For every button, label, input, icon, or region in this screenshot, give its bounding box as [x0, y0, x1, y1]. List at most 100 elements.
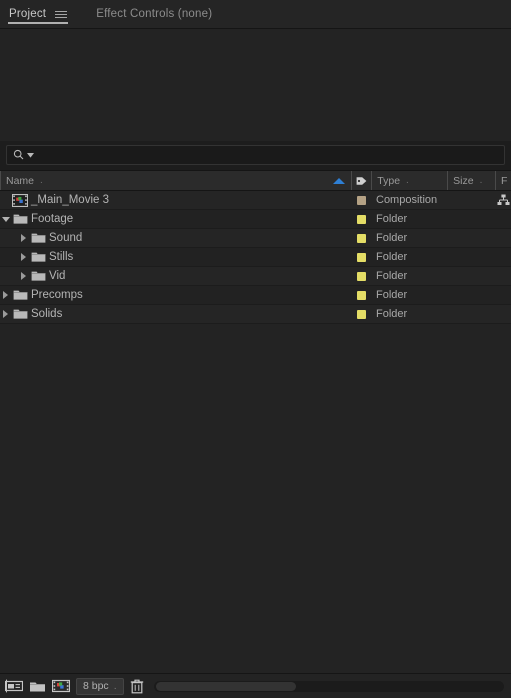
item-name-label: Vid [49, 270, 66, 282]
item-name-cell[interactable]: Stills [0, 248, 351, 267]
item-type-cell: Folder [376, 251, 408, 263]
triangle-right-icon [21, 234, 26, 242]
label-color-swatch[interactable] [356, 252, 366, 262]
column-header-size-label: Size [453, 174, 474, 187]
disclosure-triangle-collapsed[interactable] [0, 305, 11, 324]
label-color-cell[interactable] [351, 195, 371, 205]
tab-project[interactable]: Project [0, 0, 76, 28]
column-header-type[interactable]: Type . [371, 171, 447, 190]
item-type-cell: Folder [376, 308, 408, 320]
item-name-label: _Main_Movie 3 [31, 194, 109, 206]
new-composition-icon[interactable] [52, 678, 70, 695]
folder-icon [29, 251, 47, 263]
trash-icon[interactable] [130, 678, 144, 695]
column-header-type-dots: . [406, 175, 410, 186]
label-color-swatch[interactable] [356, 195, 366, 205]
bit-depth-button[interactable]: 8 bpc . [76, 677, 124, 695]
label-color-swatch[interactable] [356, 233, 366, 243]
column-header-size-dots: . [479, 175, 484, 186]
chevron-down-icon[interactable] [27, 152, 34, 158]
item-flowchart-cell[interactable] [495, 194, 511, 206]
disclosure-triangle-none [0, 191, 11, 210]
project-settings-icon[interactable] [5, 678, 23, 695]
disclosure-triangle-collapsed[interactable] [18, 248, 29, 267]
project-preview-area [0, 29, 511, 141]
triangle-right-icon [21, 253, 26, 261]
label-color-cell[interactable] [351, 233, 371, 243]
item-name-label: Footage [31, 213, 74, 225]
search-icon [13, 149, 24, 160]
flowchart-icon[interactable] [497, 194, 510, 206]
folder-icon [11, 213, 29, 225]
panel-tab-bar: Project Effect Controls (none) [0, 0, 511, 29]
label-color-swatch[interactable] [356, 271, 366, 281]
item-name-label: Solids [31, 308, 63, 320]
disclosure-triangle-expanded[interactable] [0, 210, 11, 229]
item-name-cell[interactable]: Footage [0, 210, 351, 229]
item-type-cell: Folder [376, 213, 408, 225]
triangle-right-icon [3, 310, 8, 318]
triangle-down-icon [1, 216, 10, 222]
bit-depth-dot: . [113, 680, 117, 692]
disclosure-triangle-collapsed[interactable] [0, 286, 11, 305]
composition-icon [11, 193, 29, 207]
table-row[interactable]: Solids Folder [0, 305, 511, 324]
label-color-swatch[interactable] [356, 214, 366, 224]
column-header-label[interactable] [351, 171, 371, 190]
table-row[interactable]: Vid Folder [0, 267, 511, 286]
column-header-name-label: Name [6, 174, 35, 187]
tab-project-label: Project [9, 8, 47, 20]
table-row[interactable]: Footage Folder [0, 210, 511, 229]
search-input[interactable] [38, 147, 498, 163]
item-name-cell[interactable]: Sound [0, 229, 351, 248]
label-tag-icon [356, 176, 367, 185]
table-row[interactable]: Stills Folder [0, 248, 511, 267]
label-color-swatch[interactable] [356, 290, 366, 300]
project-bottom-toolbar: 8 bpc . [0, 673, 511, 698]
label-color-cell[interactable] [351, 290, 371, 300]
item-type-cell: Folder [376, 232, 408, 244]
search-bar-container [0, 141, 511, 170]
tab-effect-controls[interactable]: Effect Controls (none) [76, 0, 221, 28]
column-header-row: Name . Type . Size . F [0, 170, 511, 191]
column-header-type-label: Type [377, 174, 401, 187]
column-header-name-dots: . [40, 175, 44, 186]
column-header-f-label: F [501, 174, 508, 187]
triangle-right-icon [21, 272, 26, 280]
label-color-cell[interactable] [351, 271, 371, 281]
folder-icon [29, 270, 47, 282]
project-item-list[interactable]: _Main_Movie 3 Composition Footage Folder Sou… [0, 191, 511, 673]
table-row[interactable]: _Main_Movie 3 Composition [0, 191, 511, 210]
folder-icon [11, 308, 29, 320]
new-folder-icon[interactable] [29, 678, 46, 695]
project-panel: Project Effect Controls (none) Name . Ty… [0, 0, 511, 698]
column-header-size[interactable]: Size . [447, 171, 495, 190]
disclosure-triangle-collapsed[interactable] [18, 267, 29, 286]
table-row[interactable]: Sound Folder [0, 229, 511, 248]
label-color-cell[interactable] [351, 214, 371, 224]
item-type-cell: Folder [376, 289, 408, 301]
disclosure-triangle-collapsed[interactable] [18, 229, 29, 248]
label-color-swatch[interactable] [356, 309, 366, 319]
column-header-f[interactable]: F [495, 171, 511, 190]
item-name-cell[interactable]: _Main_Movie 3 [0, 191, 351, 210]
column-header-name[interactable]: Name . [0, 171, 351, 190]
label-color-cell[interactable] [351, 252, 371, 262]
hamburger-icon[interactable] [55, 10, 68, 18]
item-type-cell: Folder [376, 270, 408, 282]
item-name-cell[interactable]: Solids [0, 305, 351, 324]
folder-icon [11, 289, 29, 301]
item-name-cell[interactable]: Vid [0, 267, 351, 286]
item-name-cell[interactable]: Precomps [0, 286, 351, 305]
item-type-cell: Composition [376, 194, 438, 206]
horizontal-scrollbar[interactable] [153, 680, 504, 692]
table-row[interactable]: Precomps Folder [0, 286, 511, 305]
tab-effect-controls-label: Effect Controls (none) [96, 8, 213, 20]
search-field[interactable] [6, 145, 505, 165]
bit-depth-label: 8 bpc [83, 680, 109, 692]
horizontal-scrollbar-thumb[interactable] [155, 681, 296, 691]
sort-ascending-icon[interactable] [333, 177, 346, 184]
label-color-cell[interactable] [351, 309, 371, 319]
folder-icon [29, 232, 47, 244]
item-name-label: Precomps [31, 289, 83, 301]
